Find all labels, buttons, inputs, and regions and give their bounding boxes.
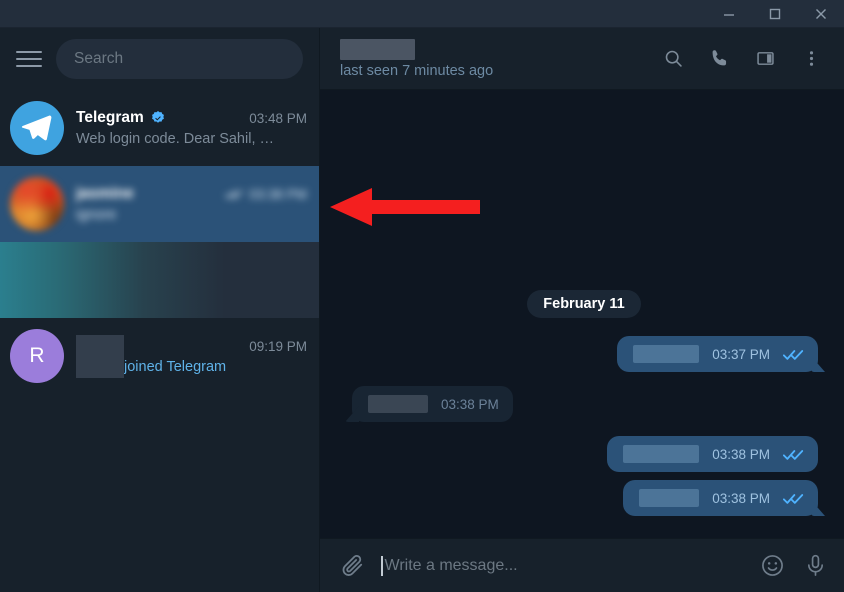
message-time: 03:38 PM (441, 396, 499, 412)
message-time: 03:38 PM (712, 490, 770, 506)
chat-time: 03:48 PM (249, 110, 307, 126)
avatar-initial: R (29, 344, 45, 367)
double-check-icon (783, 449, 804, 460)
chat-title-redaction (340, 38, 415, 60)
message-text-redaction (633, 345, 700, 363)
sidebar-toolbar: Search (0, 28, 319, 90)
chat-header-actions (656, 42, 828, 76)
window-body: Search Telegram 03:48 PM Web login code.… (0, 28, 844, 592)
chat-preview: ignore (76, 207, 117, 223)
avatar (10, 177, 64, 231)
search-icon[interactable] (656, 42, 690, 76)
chat-time: 09:19 PM (249, 339, 307, 354)
message-bubble-outgoing[interactable]: 03:37 PM (617, 336, 818, 372)
chat-header: last seen 7 minutes ago (320, 28, 844, 90)
message-text-redaction (639, 489, 700, 507)
message-row: 03:37 PM (336, 336, 832, 372)
paperclip-icon[interactable] (340, 553, 365, 578)
message-list[interactable]: February 11 03:37 PM 03:38 PM 03:38 PM 0… (320, 90, 844, 538)
chat-list-item-telegram[interactable]: Telegram 03:48 PM Web login code. Dear S… (0, 90, 319, 166)
date-separator-wrap: February 11 (336, 290, 832, 318)
chat-meta: 03:38 PM (217, 187, 307, 202)
message-input[interactable]: Write a message... (381, 555, 744, 576)
chat-list-item-selected[interactable]: jasmine 03:38 PM ignore (0, 166, 319, 242)
message-row: 03:38 PM (336, 480, 832, 516)
chat-list-item-redacted[interactable] (0, 242, 319, 318)
close-button[interactable] (798, 0, 844, 27)
window-title-bar (0, 0, 844, 28)
search-input[interactable]: Search (56, 39, 303, 79)
chat-name: Telegram (76, 109, 144, 126)
chat-meta: 09:19 PM (241, 339, 307, 354)
hamburger-menu-icon[interactable] (16, 46, 42, 72)
smiley-icon[interactable] (760, 553, 785, 578)
chat-list-item-content: jasmine 03:38 PM ignore (76, 185, 307, 223)
sidebar: Search Telegram 03:48 PM Web login code.… (0, 28, 320, 592)
minimize-button[interactable] (706, 0, 752, 27)
avatar (10, 101, 64, 155)
message-bubble-incoming[interactable]: 03:38 PM (352, 386, 513, 422)
chat-preview-redaction (76, 355, 124, 378)
message-text-redaction (368, 395, 428, 413)
message-time: 03:38 PM (712, 446, 770, 462)
telegram-logo-icon (21, 115, 52, 141)
message-time: 03:37 PM (712, 346, 770, 362)
more-vertical-icon[interactable] (794, 42, 828, 76)
composer-actions (760, 553, 828, 578)
double-check-icon (783, 349, 804, 360)
message-text-redaction (623, 445, 700, 463)
verified-badge-icon (151, 111, 164, 123)
panel-toggle-icon[interactable] (748, 42, 782, 76)
chat-meta: 03:48 PM (241, 111, 307, 126)
message-composer: Write a message... (320, 538, 844, 592)
chat-list-item-joined[interactable]: R 09:19 PM joined Telegram (0, 318, 319, 394)
message-bubble-outgoing[interactable]: 03:38 PM (607, 436, 818, 472)
phone-icon[interactable] (702, 42, 736, 76)
microphone-icon[interactable] (803, 553, 828, 578)
message-input-placeholder: Write a message... (384, 556, 518, 574)
chat-time: 03:38 PM (249, 186, 307, 202)
message-bubble-outgoing[interactable]: 03:38 PM (623, 480, 818, 516)
text-caret (381, 555, 383, 576)
date-separator: February 11 (527, 290, 641, 318)
maximize-button[interactable] (752, 0, 798, 27)
chat-preview: joined Telegram (124, 358, 227, 375)
chat-preview: Web login code. Dear Sahil, … (76, 131, 275, 147)
chat-list[interactable]: Telegram 03:48 PM Web login code. Dear S… (0, 90, 319, 592)
chat-pane: last seen 7 minutes ago February 11 03:3… (320, 28, 844, 592)
chat-list-item-content: 09:19 PM joined Telegram (76, 334, 307, 378)
message-row: 03:38 PM (336, 386, 832, 422)
message-row: 03:38 PM (336, 436, 832, 472)
chat-name: jasmine (76, 185, 134, 202)
double-check-icon (225, 190, 243, 199)
chat-list-item-content: Telegram 03:48 PM Web login code. Dear S… (76, 109, 307, 147)
double-check-icon (783, 493, 804, 504)
chat-identity[interactable]: last seen 7 minutes ago (340, 38, 494, 79)
search-placeholder: Search (74, 50, 124, 67)
telegram-desktop-window: Search Telegram 03:48 PM Web login code.… (0, 0, 844, 592)
avatar: R (10, 329, 64, 383)
chat-status: last seen 7 minutes ago (340, 62, 494, 79)
